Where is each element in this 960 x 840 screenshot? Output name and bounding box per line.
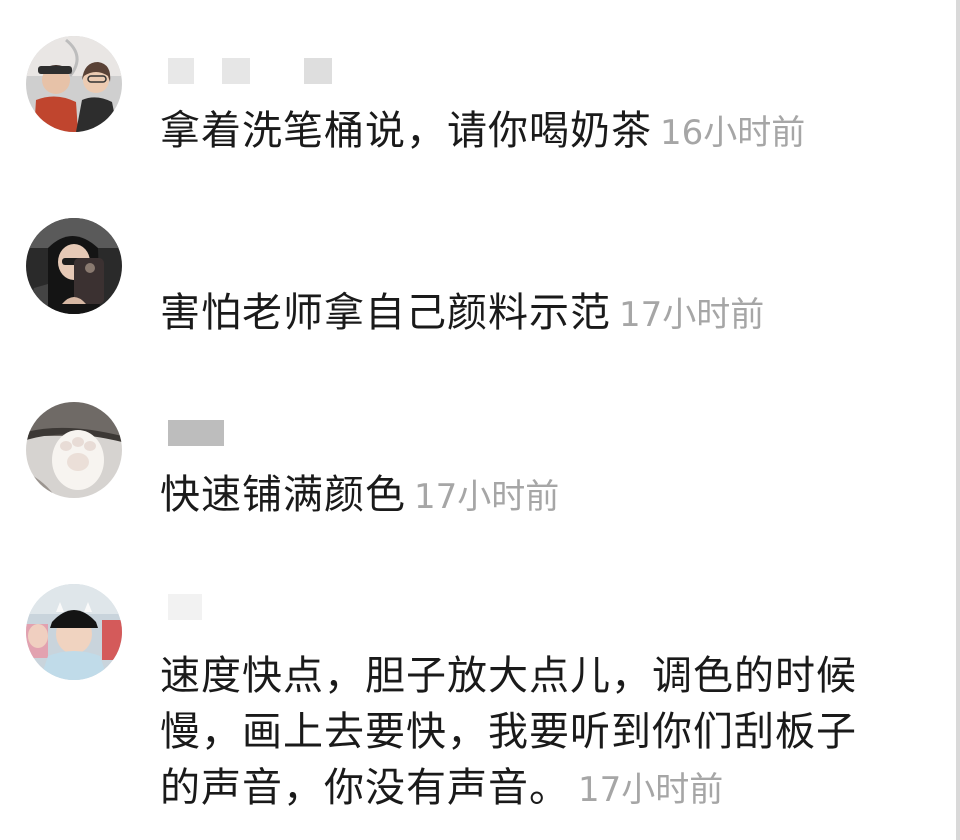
avatar-girl-phone-selfie-icon[interactable] (26, 218, 122, 314)
username-blurred (168, 58, 332, 84)
comment-text: 害怕老师拿自己颜料示范 17小时前 (160, 286, 880, 342)
comment-timestamp: 16小时前 (660, 113, 806, 153)
comment-text: 快速铺满颜色 17小时前 (160, 468, 880, 524)
comment-text: 拿着洗笔桶说，请你喝奶茶 16小时前 (160, 104, 880, 160)
comment-item: 害怕老师拿自己颜料示范 17小时前 (0, 190, 956, 360)
comment-timestamp: 17小时前 (578, 770, 724, 810)
comment-item: 拿着洗笔桶说，请你喝奶茶 16小时前 (0, 0, 956, 170)
avatar-girls-cap-icon[interactable] (26, 584, 122, 680)
comment-body: 害怕老师拿自己颜料示范 (160, 290, 611, 336)
avatar-cat-paw-icon[interactable] (26, 402, 122, 498)
comment-item: 快速铺满颜色 17小时前 (0, 380, 956, 550)
avatar-two-girls-icon[interactable] (26, 36, 122, 132)
comment-body: 速度快点，胆子放大点儿，调色的时候慢，画上去要快，我要听到你们刮板子的声音，你没… (160, 653, 857, 811)
username-blurred (168, 420, 224, 446)
comment-timestamp: 17小时前 (414, 477, 560, 517)
comment-body: 快速铺满颜色 (160, 472, 406, 518)
comment-text: 速度快点，胆子放大点儿，调色的时候慢，画上去要快，我要听到你们刮板子的声音，你没… (160, 648, 880, 818)
comment-body: 拿着洗笔桶说，请你喝奶茶 (160, 108, 652, 154)
right-edge-divider (956, 0, 960, 840)
username-blurred (168, 594, 202, 620)
comment-item: 速度快点，胆子放大点儿，调色的时候慢，画上去要快，我要听到你们刮板子的声音，你没… (0, 570, 956, 840)
comment-timestamp: 17小时前 (619, 295, 765, 335)
